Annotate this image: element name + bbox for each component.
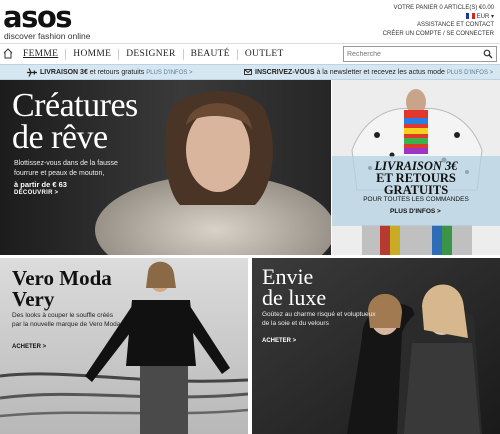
luxe-title: Envie de luxe — [262, 264, 327, 310]
promo-newsletter-title: INSCRIVEZ-VOUS — [255, 69, 315, 76]
vero-description: Des looks à couper le souffle créés par … — [12, 312, 121, 328]
nav-item-homme[interactable]: HOMME — [65, 48, 118, 60]
delivery-subtitle: POUR TOUTES LES COMMANDES — [363, 196, 469, 203]
hero-banner-creatures[interactable]: Créatures de rêve Blottissez-vous dans de… — [0, 80, 331, 255]
main-nav: FEMME HOMME DESIGNER BEAUTÉ OUTLET — [0, 43, 500, 63]
nav-item-designer[interactable]: DESIGNER — [118, 48, 182, 60]
delivery-more-link[interactable]: PLUS D'INFOS > — [390, 208, 441, 215]
currency-selector[interactable]: EUR ▾ — [344, 12, 494, 22]
luxe-title-line-1: Envie — [262, 264, 314, 289]
delivery-title-line-3: GRATUITS — [383, 183, 449, 197]
promo-delivery-text: et retours gratuits — [87, 69, 147, 76]
hero-price: à partir de € 63 — [14, 180, 67, 189]
logo-tagline: discover fashion online — [4, 31, 91, 41]
home-icon[interactable] — [3, 48, 13, 59]
hero-discover-link[interactable]: DÉCOUVRIR > — [14, 190, 58, 196]
vero-title-line-2: Very — [12, 287, 55, 311]
luxe-description: Goûtez au charme risqué et voluptueux de… — [262, 311, 376, 327]
search-box — [343, 46, 497, 62]
luxe-banner[interactable]: Envie de luxe Goûtez au charme risqué et … — [252, 258, 500, 434]
cart-link[interactable]: VOTRE PANIER 0 ARTICLE(S) €0.00 — [344, 4, 494, 13]
promo-newsletter-text: à la newsletter et recevez les actus mod… — [314, 69, 447, 76]
promo-delivery-title: LIVRAISON 3€ — [40, 69, 88, 76]
promo-bar: LIVRAISON 3€ et retours gratuits PLUS D'… — [0, 64, 500, 80]
search-input[interactable] — [347, 49, 475, 60]
search-icon[interactable] — [483, 49, 493, 59]
hero-title: Créatures de rêve — [12, 87, 138, 156]
vero-title: Vero Moda Very — [12, 268, 112, 310]
vero-moda-banner[interactable]: Vero Moda Very Des looks à couper le souf… — [0, 258, 248, 434]
currency-label: EUR — [476, 13, 490, 20]
help-link[interactable]: ASSISTANCE ET CONTACT — [344, 21, 494, 30]
nav-item-outlet[interactable]: OUTLET — [236, 48, 291, 60]
utility-links: VOTRE PANIER 0 ARTICLE(S) €0.00 EUR ▾ AS… — [344, 4, 494, 38]
promo-newsletter[interactable]: INSCRIVEZ-VOUS à la newsletter et receve… — [244, 65, 493, 81]
promo-newsletter-more[interactable]: PLUS D'INFOS > — [447, 70, 493, 76]
hero-title-line-1: Créatures — [12, 87, 138, 124]
nav-item-beaute[interactable]: BEAUTÉ — [182, 48, 237, 60]
hero-description: Blottissez-vous dans de la fausse fourru… — [14, 160, 118, 177]
site-header: asos discover fashion online VOTRE PANIE… — [0, 0, 500, 42]
account-link[interactable]: CRÉER UN COMPTE / SE CONNECTER — [344, 30, 494, 39]
mail-icon — [244, 69, 252, 75]
nav-item-femme[interactable]: FEMME — [16, 49, 65, 60]
vero-shop-link[interactable]: ACHETER > — [12, 344, 46, 350]
delivery-banner[interactable]: LIVRAISON 3€ ET RETOURS GRATUITS POUR TO… — [332, 80, 500, 255]
promo-delivery-more[interactable]: PLUS D'INFOS > — [146, 70, 192, 76]
promo-delivery[interactable]: LIVRAISON 3€ et retours gratuits PLUS D'… — [40, 65, 193, 81]
delivery-title: LIVRAISON 3€ ET RETOURS GRATUITS — [332, 160, 500, 197]
plane-icon — [27, 68, 37, 77]
asos-logo[interactable]: asos — [3, 3, 73, 32]
vero-title-line-1: Vero Moda — [12, 266, 112, 290]
france-flag-icon — [465, 12, 475, 19]
luxe-shop-link[interactable]: ACHETER > — [262, 338, 296, 344]
luxe-title-line-2: de luxe — [262, 285, 327, 310]
hero-title-line-2: de rêve — [12, 119, 108, 156]
